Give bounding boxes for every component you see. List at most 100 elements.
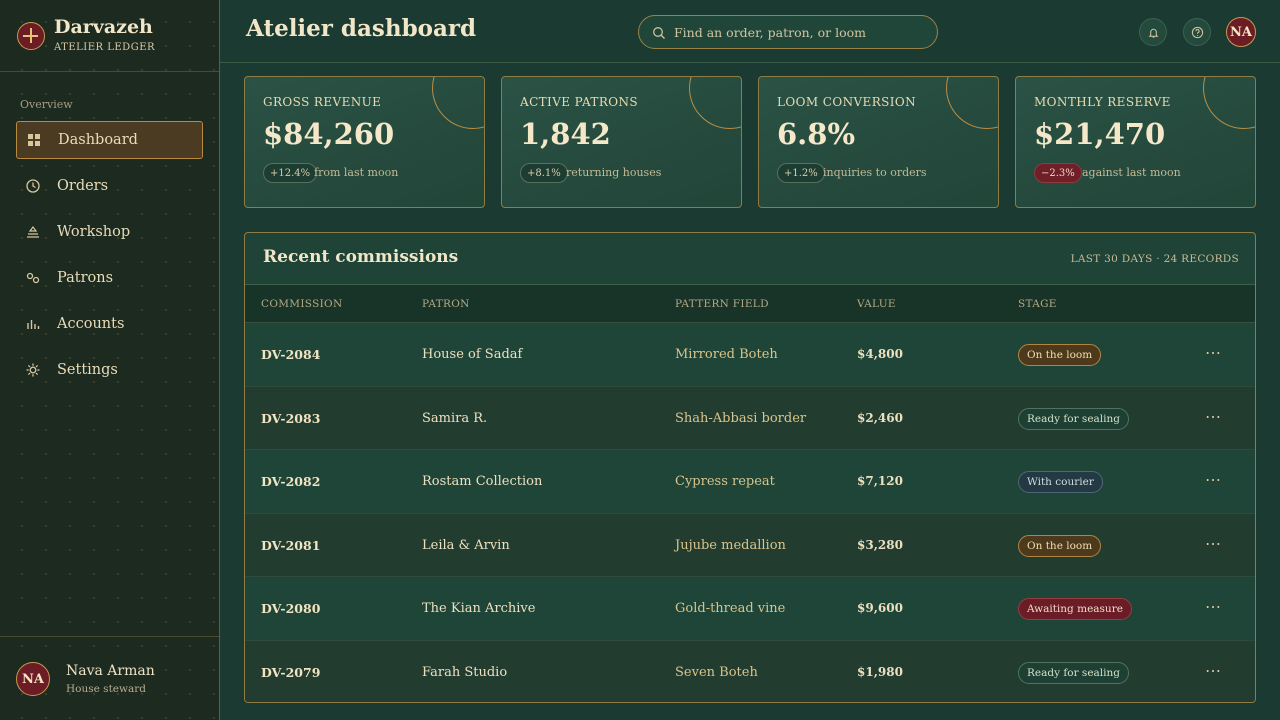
panel-title: Recent commissions [263, 247, 459, 267]
pattern-field: Mirrored Boteh [675, 347, 778, 362]
patron-name: Rostam Collection [422, 474, 543, 489]
help-button[interactable] [1183, 18, 1211, 46]
grid-icon [26, 132, 42, 148]
more-options-icon[interactable]: ⋯ [1203, 408, 1223, 429]
table-row[interactable]: DV-2079 Farah Studio Seven Boteh $1,980 … [245, 640, 1255, 702]
commission-id[interactable]: DV-2083 [261, 411, 320, 426]
column-header-patron[interactable]: PATRON [422, 298, 470, 310]
search-input[interactable] [674, 16, 929, 48]
table-row[interactable]: DV-2080 The Kian Archive Gold-thread vin… [245, 577, 1255, 641]
sidebar-item-label: Dashboard [58, 132, 138, 148]
patron-name: The Kian Archive [422, 601, 536, 616]
patron-name: Samira R. [422, 410, 488, 426]
brand-logo-icon[interactable] [17, 22, 45, 50]
kpi-note: inquiries to orders [823, 166, 927, 179]
sidebar-item-dashboard[interactable]: Dashboard [16, 121, 203, 159]
bell-icon [1148, 28, 1158, 38]
more-options-icon[interactable]: ⋯ [1203, 472, 1223, 492]
status-badge: With courier [1018, 471, 1103, 493]
more-options-icon[interactable]: ⋯ [1203, 535, 1223, 556]
sidebar-item-settings[interactable]: Settings [16, 351, 203, 389]
kpi-delta-badge: +1.2% [777, 163, 825, 183]
sidebar-item-orders[interactable]: Orders [16, 167, 203, 205]
table-row[interactable]: DV-2084 House of Sadaf Mirrored Boteh $4… [245, 323, 1255, 387]
recent-commissions-panel: Recent commissions LAST 30 DAYS · 24 REC… [244, 232, 1256, 703]
pattern-field: Cypress repeat [675, 474, 775, 489]
decorative-arc-icon [946, 77, 998, 129]
notifications-button[interactable] [1139, 18, 1167, 46]
commission-value: $4,800 [857, 347, 903, 361]
commission-value: $7,120 [857, 474, 903, 488]
sidebar-item-workshop[interactable]: Workshop [16, 213, 203, 251]
table-header: COMMISSION PATRON PATTERN FIELD VALUE ST… [245, 285, 1255, 323]
clock-icon [25, 178, 41, 194]
column-header-value[interactable]: VALUE [857, 298, 896, 310]
pattern-field: Jujube medallion [675, 537, 786, 553]
kpi-card-active-patrons: ACTIVE PATRONS 1,842 +8.1% returning hou… [501, 76, 742, 208]
kpi-note: from last moon [314, 166, 399, 179]
more-options-icon[interactable]: ⋯ [1203, 345, 1223, 365]
sidebar-item-label: Patrons [57, 270, 114, 286]
commission-id[interactable]: DV-2080 [261, 601, 320, 616]
search-icon [652, 25, 666, 39]
kpi-value: $21,470 [1034, 117, 1166, 151]
kpi-note: returning houses [566, 166, 662, 179]
kpi-delta-badge: +8.1% [520, 163, 568, 183]
commission-value: $9,600 [857, 601, 903, 615]
kpi-delta-badge: −2.3% [1034, 163, 1082, 183]
patron-name: House of Sadaf [422, 347, 523, 362]
patron-name: Farah Studio [422, 664, 508, 680]
kpi-label: ACTIVE PATRONS [520, 95, 639, 109]
status-badge: Awaiting measure [1018, 598, 1132, 620]
pattern-field: Seven Boteh [675, 664, 758, 680]
kpi-card-monthly-reserve: MONTHLY RESERVE $21,470 −2.3% against la… [1015, 76, 1256, 208]
more-options-icon[interactable]: ⋯ [1203, 662, 1223, 683]
commission-id[interactable]: DV-2082 [261, 474, 320, 489]
panel-header: Recent commissions LAST 30 DAYS · 24 REC… [245, 233, 1255, 285]
sidebar-item-label: Settings [57, 362, 118, 378]
decorative-arc-icon [432, 77, 484, 129]
kpi-card-loom-conversion: LOOM CONVERSION 6.8% +1.2% inquiries to … [758, 76, 999, 208]
kpi-value: 6.8% [777, 117, 856, 151]
sidebar-item-accounts[interactable]: Accounts [16, 305, 203, 343]
status-badge: On the loom [1018, 344, 1102, 366]
table-row[interactable]: DV-2082 Rostam Collection Cypress repeat… [245, 450, 1255, 514]
kpi-value: 1,842 [520, 117, 611, 151]
commission-value: $2,460 [857, 410, 903, 425]
kpi-delta-badge: +12.4% [263, 163, 318, 183]
patron-name: Leila & Arvin [422, 537, 510, 553]
sidebar-item-label: Accounts [57, 316, 125, 332]
help-icon [1191, 26, 1203, 38]
avatar[interactable]: NA [16, 662, 50, 696]
kpi-note: against last moon [1082, 166, 1181, 179]
table-row[interactable]: DV-2081 Leila & Arvin Jujube medallion $… [245, 513, 1255, 577]
kpi-card-gross-revenue: GROSS REVENUE $84,260 +12.4% from last m… [244, 76, 485, 208]
more-options-icon[interactable]: ⋯ [1203, 599, 1223, 619]
search-box[interactable] [638, 15, 938, 49]
sidebar-item-patrons[interactable]: Patrons [16, 259, 203, 297]
commission-value: $1,980 [857, 664, 903, 679]
panel-meta: LAST 30 DAYS · 24 RECORDS [1070, 253, 1239, 265]
decorative-arc-icon [1203, 77, 1255, 129]
gear-icon [25, 362, 41, 378]
commission-id[interactable]: DV-2079 [261, 665, 320, 680]
page-title: Atelier dashboard [246, 15, 477, 42]
nav-section-label: Overview [20, 98, 73, 111]
commission-id[interactable]: DV-2081 [261, 538, 320, 553]
status-badge: On the loom [1018, 534, 1102, 557]
kpi-label: GROSS REVENUE [263, 95, 382, 109]
column-header-commission[interactable]: COMMISSION [261, 298, 342, 310]
kpi-value: $84,260 [263, 117, 395, 151]
sidebar: Darvazeh ATELIER LEDGER Overview Dashboa… [0, 0, 220, 720]
pattern-field: Shah-Abbasi border [675, 410, 807, 426]
avatar[interactable]: NA [1226, 17, 1256, 47]
table-row[interactable]: DV-2083 Samira R. Shah-Abbasi border $2,… [245, 386, 1255, 450]
column-header-pattern[interactable]: PATTERN FIELD [675, 298, 769, 310]
user-role: House steward [66, 683, 146, 695]
commission-id[interactable]: DV-2084 [261, 347, 320, 362]
kpi-label: LOOM CONVERSION [777, 95, 917, 109]
column-header-stage[interactable]: STAGE [1018, 298, 1057, 310]
kpi-label: MONTHLY RESERVE [1034, 95, 1171, 109]
brand: Darvazeh ATELIER LEDGER [0, 0, 219, 72]
user-profile[interactable]: NA Nava Arman House steward [0, 636, 219, 720]
